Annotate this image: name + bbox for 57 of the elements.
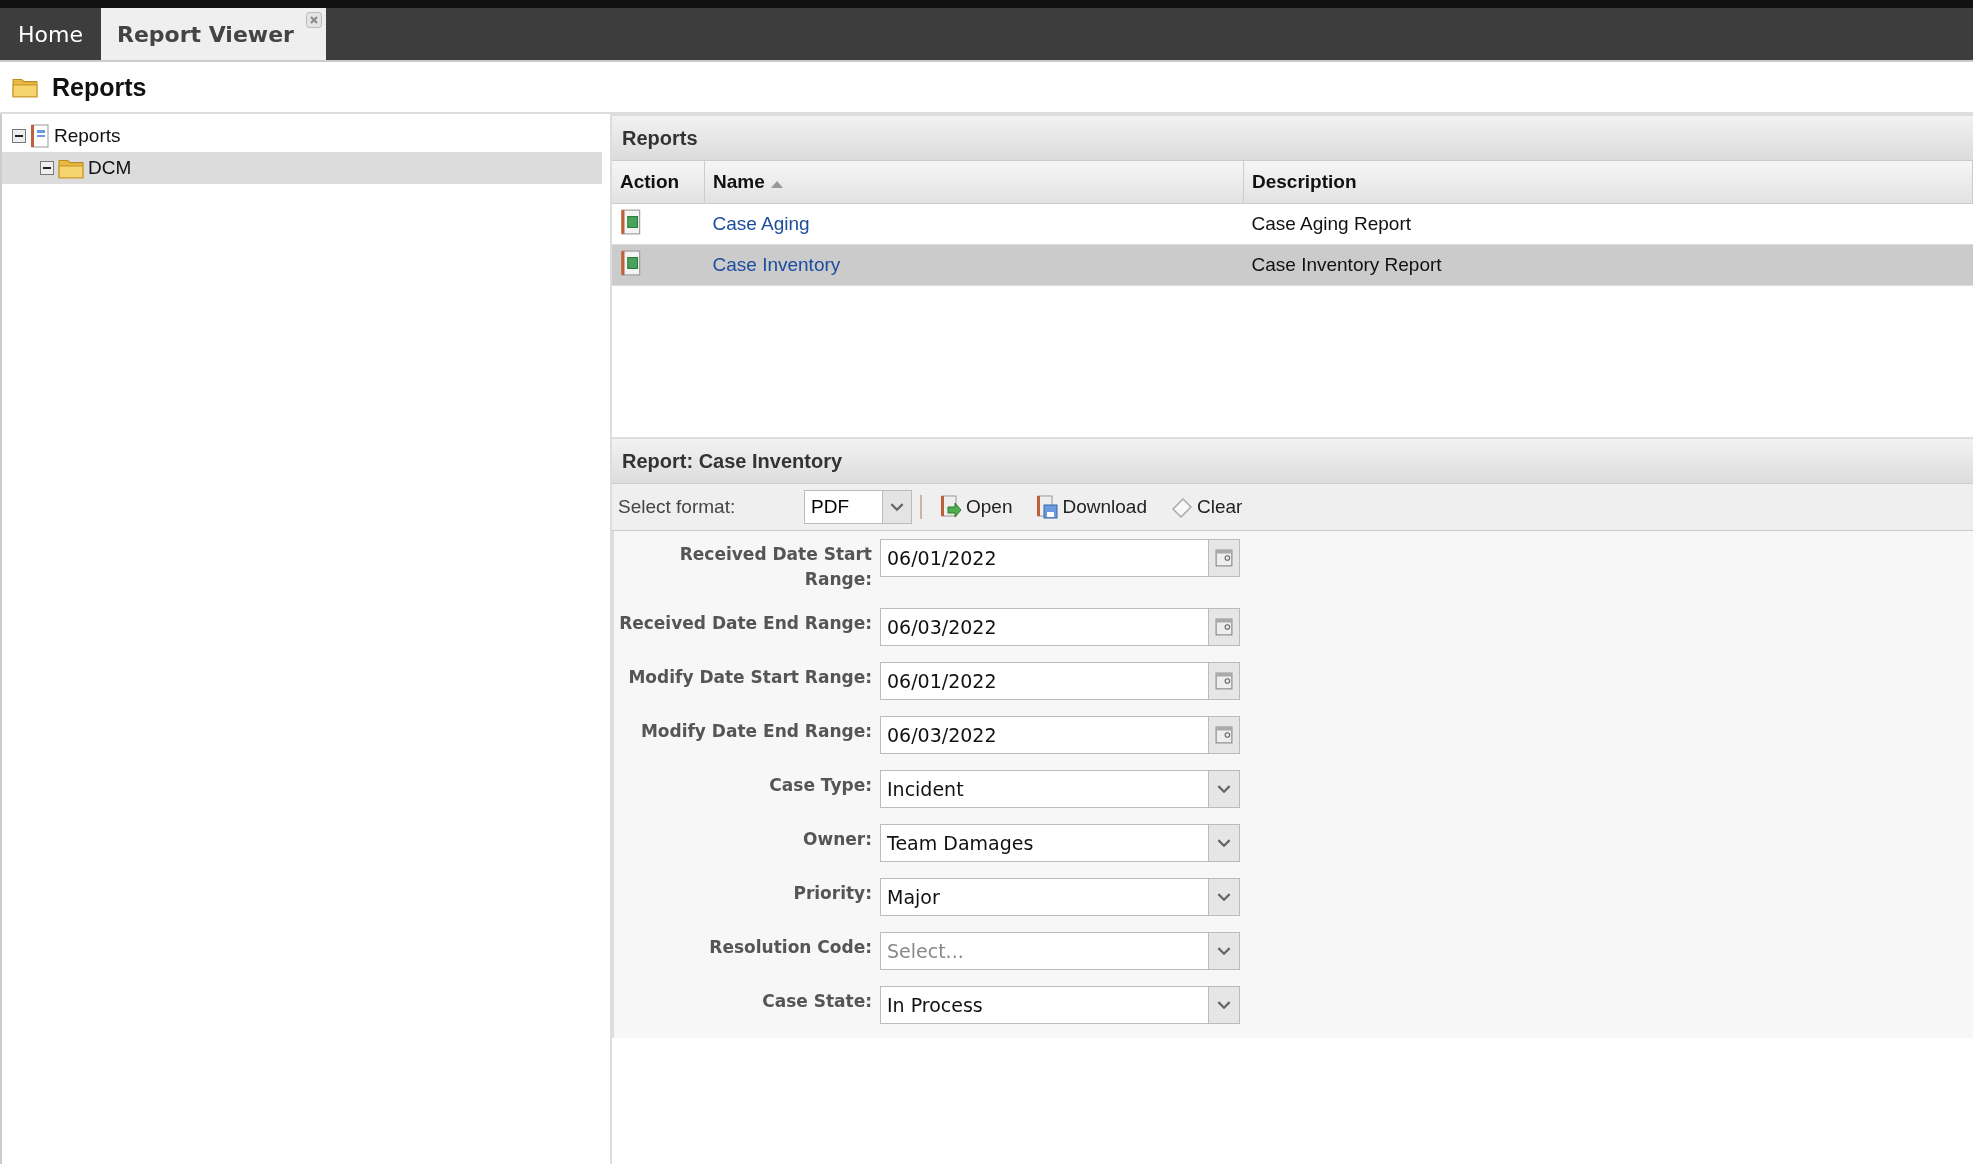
- collapse-icon[interactable]: [12, 129, 26, 143]
- field-label: Resolution Code:: [708, 936, 872, 959]
- date-field[interactable]: 06/01/2022: [880, 539, 1240, 577]
- panel-title: Reports: [612, 114, 1973, 161]
- chevron-down-icon: [1217, 1000, 1231, 1010]
- format-dropdown[interactable]: PDF: [804, 490, 912, 524]
- table-cell: Case Aging Report: [1243, 203, 1973, 245]
- field-label: Owner:: [802, 828, 872, 851]
- column-header[interactable]: Action: [612, 161, 705, 204]
- download-button[interactable]: Download: [1030, 494, 1153, 520]
- page-title: Reports: [52, 72, 147, 102]
- calendar-icon: [1215, 549, 1233, 567]
- download-icon: [1036, 495, 1059, 519]
- field-label: Received Date End Range:: [618, 612, 872, 635]
- open-icon: [940, 495, 962, 519]
- calendar-icon: [1215, 618, 1233, 636]
- report-link[interactable]: Case Inventory: [712, 254, 841, 275]
- tab[interactable]: Report Viewer: [100, 8, 326, 60]
- calendar-icon: [1215, 672, 1233, 690]
- report-icon[interactable]: [620, 208, 642, 235]
- folder-icon: [12, 76, 38, 98]
- notebook-icon: [30, 124, 50, 148]
- clear-button[interactable]: Clear: [1165, 495, 1249, 519]
- close-icon[interactable]: [305, 12, 322, 28]
- calendar-icon: [1215, 726, 1233, 744]
- field-label: Case State:: [761, 990, 872, 1013]
- dropdown[interactable]: Select...: [880, 932, 1240, 970]
- dropdown[interactable]: Incident: [880, 770, 1240, 808]
- field-label: Modify Date End Range:: [639, 720, 872, 743]
- folder-icon: [58, 157, 84, 179]
- chevron-down-icon: [1217, 784, 1231, 794]
- chevron-down-icon: [890, 502, 904, 512]
- eraser-icon: [1171, 496, 1193, 518]
- panel-title: Report: Case Inventory: [612, 437, 1973, 484]
- chevron-down-icon: [1217, 892, 1231, 902]
- report-link[interactable]: Case Aging: [712, 213, 810, 234]
- chevron-down-icon: [1217, 946, 1231, 956]
- format-label: Select format:: [618, 496, 737, 518]
- column-header[interactable]: Name: [704, 161, 1244, 204]
- column-header[interactable]: Description: [1243, 161, 1973, 204]
- date-field[interactable]: 06/03/2022: [880, 716, 1240, 754]
- field-label: Priority:: [792, 882, 872, 905]
- report-icon[interactable]: [620, 249, 642, 276]
- tree-item[interactable]: Reports: [2, 120, 602, 152]
- dropdown[interactable]: Major: [880, 878, 1240, 916]
- field-label: Case Type:: [768, 774, 872, 797]
- chevron-down-icon: [1217, 838, 1231, 848]
- date-field[interactable]: 06/01/2022: [880, 662, 1240, 700]
- table-cell: Case Inventory Report: [1243, 244, 1973, 286]
- tree-item[interactable]: DCM: [2, 152, 602, 184]
- collapse-icon[interactable]: [40, 161, 54, 175]
- field-label: Received Date Start Range:: [678, 543, 872, 591]
- open-button[interactable]: Open: [934, 494, 1019, 520]
- date-field[interactable]: 06/03/2022: [880, 608, 1240, 646]
- dropdown[interactable]: In Process: [880, 986, 1240, 1024]
- field-label: Modify Date Start Range:: [627, 666, 872, 689]
- dropdown[interactable]: Team Damages: [880, 824, 1240, 862]
